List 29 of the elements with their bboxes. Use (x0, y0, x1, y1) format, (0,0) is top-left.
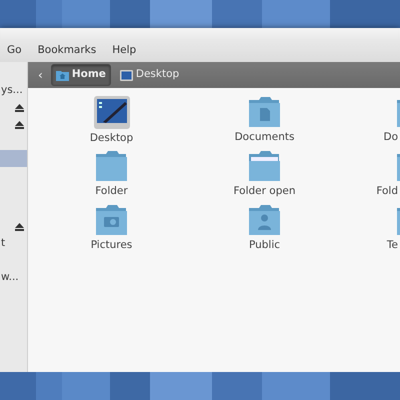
file-name[interactable]: Folder open (234, 184, 296, 200)
person-folder-icon (248, 204, 281, 236)
open-folder-icon (248, 150, 281, 182)
file-name[interactable]: Do (383, 130, 398, 146)
menu-item[interactable]: Bookmarks (32, 43, 102, 59)
menu-item[interactable]: Go (2, 43, 27, 59)
sidebar-item[interactable]: w... (0, 270, 19, 286)
file-name[interactable]: Documents (234, 130, 294, 146)
file-name[interactable]: Pictures (90, 238, 132, 254)
eject-icon[interactable] (15, 222, 24, 230)
documents-folder-icon (248, 96, 281, 128)
folder-icon (95, 150, 128, 182)
file-name[interactable]: Folder (95, 184, 128, 200)
menu-item[interactable]: Help (107, 43, 142, 59)
sidebar-item[interactable]: ys... (0, 82, 23, 98)
back-button[interactable]: ‹ (34, 69, 47, 81)
path-crumb[interactable]: Home (50, 64, 111, 86)
desktop-screen-icon (94, 96, 130, 129)
camera-folder-icon (95, 204, 128, 236)
eject-icon[interactable] (15, 104, 24, 112)
path-crumb[interactable]: Desktop (114, 64, 184, 86)
file-name[interactable]: Public (248, 238, 280, 254)
file-name[interactable]: Desktop (90, 131, 134, 147)
home-folder-icon (56, 70, 69, 80)
desktop-icon (120, 70, 133, 80)
file-name[interactable]: Te (386, 238, 398, 254)
file-name[interactable]: Fold (376, 184, 398, 200)
eject-icon[interactable] (15, 120, 24, 128)
sidebar-item[interactable]: t (0, 236, 6, 252)
